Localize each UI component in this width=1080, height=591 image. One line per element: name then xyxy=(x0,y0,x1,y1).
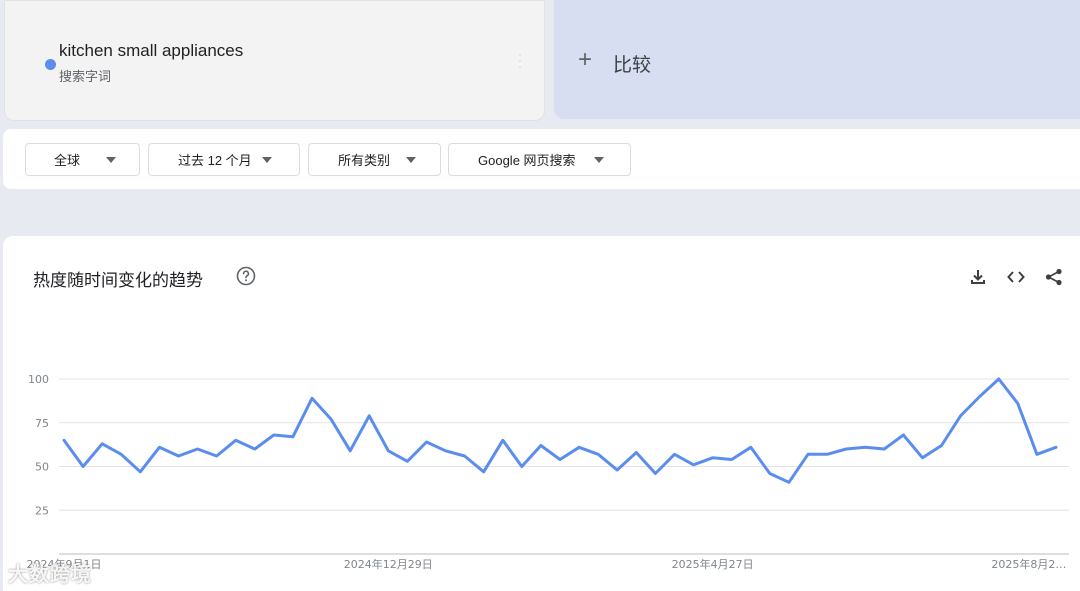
region-filter-label: 全球 xyxy=(54,153,81,168)
data-point[interactable] xyxy=(500,437,506,443)
data-point[interactable] xyxy=(900,432,906,438)
data-point[interactable] xyxy=(366,413,372,419)
search-property-filter-label: Google 网页搜索 xyxy=(478,153,576,168)
data-point[interactable] xyxy=(576,444,582,450)
data-point[interactable] xyxy=(347,448,353,454)
time-filter-label: 过去 12 个月 xyxy=(178,153,252,168)
data-point[interactable] xyxy=(156,444,162,450)
compare-label[interactable]: 比较 xyxy=(613,50,651,77)
data-point[interactable] xyxy=(939,443,945,449)
data-point[interactable] xyxy=(328,416,334,422)
compare-card[interactable]: + 比较 xyxy=(554,0,1080,119)
chevron-down-icon xyxy=(406,157,416,163)
watermark: 大数跨境 xyxy=(8,562,92,586)
data-point[interactable] xyxy=(423,439,429,445)
chevron-down-icon xyxy=(262,157,272,163)
data-point[interactable] xyxy=(1053,444,1059,450)
data-point[interactable] xyxy=(652,471,658,477)
search-term-type: 搜索字词 xyxy=(59,70,112,85)
data-point[interactable] xyxy=(118,451,124,457)
data-point[interactable] xyxy=(824,451,830,457)
time-filter[interactable]: 过去 12 个月 xyxy=(148,143,300,176)
search-property-filter[interactable]: Google 网页搜索 xyxy=(448,143,631,176)
data-point[interactable] xyxy=(862,444,868,450)
data-point[interactable] xyxy=(748,444,754,450)
data-point[interactable] xyxy=(805,451,811,457)
data-point[interactable] xyxy=(671,451,677,457)
data-point[interactable] xyxy=(786,479,792,485)
term-color-dot xyxy=(45,59,56,70)
data-point[interactable] xyxy=(271,432,277,438)
data-point[interactable] xyxy=(595,451,601,457)
filter-bar: 全球 过去 12 个月 所有类别 Google 网页搜索 xyxy=(3,129,1080,189)
data-point[interactable] xyxy=(175,453,181,459)
region-filter[interactable]: 全球 xyxy=(25,143,140,176)
y-tick-label: 25 xyxy=(35,504,49,517)
data-point[interactable] xyxy=(385,448,391,454)
data-point[interactable] xyxy=(404,458,410,464)
data-point[interactable] xyxy=(1015,401,1021,407)
x-tick-label: 2025年8月2… xyxy=(991,557,1066,571)
data-point[interactable] xyxy=(462,453,468,459)
data-point[interactable] xyxy=(195,446,201,452)
y-tick-label: 50 xyxy=(35,461,49,474)
data-point[interactable] xyxy=(977,394,983,400)
x-tick-label: 2025年4月27日 xyxy=(672,557,754,571)
search-term-card[interactable]: kitchen small appliances 搜索字词 · · · xyxy=(4,0,545,121)
x-tick-label: 2024年12月29日 xyxy=(344,557,433,571)
y-tick-label: 100 xyxy=(28,373,49,386)
data-point[interactable] xyxy=(137,469,143,475)
data-point[interactable] xyxy=(710,455,716,461)
data-point[interactable] xyxy=(691,462,697,468)
data-point[interactable] xyxy=(252,446,258,452)
data-point[interactable] xyxy=(519,464,525,470)
data-point[interactable] xyxy=(996,376,1002,382)
data-point[interactable] xyxy=(1034,451,1040,457)
data-point[interactable] xyxy=(881,446,887,452)
data-point[interactable] xyxy=(919,455,925,461)
data-point[interactable] xyxy=(80,464,86,470)
data-point[interactable] xyxy=(557,457,563,463)
data-point[interactable] xyxy=(99,441,105,447)
data-point[interactable] xyxy=(61,437,67,443)
data-point[interactable] xyxy=(481,469,487,475)
data-point[interactable] xyxy=(233,437,239,443)
data-point[interactable] xyxy=(958,413,964,419)
data-point[interactable] xyxy=(309,395,315,401)
category-filter[interactable]: 所有类别 xyxy=(308,143,441,176)
chevron-down-icon xyxy=(106,157,116,163)
data-point[interactable] xyxy=(729,457,735,463)
data-point[interactable] xyxy=(633,450,639,456)
category-filter-label: 所有类别 xyxy=(338,153,391,168)
plus-icon[interactable]: + xyxy=(578,46,592,74)
data-point[interactable] xyxy=(214,453,220,459)
chevron-down-icon xyxy=(594,157,604,163)
interest-over-time-card: 热度随时间变化的趋势 100 75 50 25 2024年9月1日 2024年12月29… xyxy=(3,236,1080,591)
trend-chart: 100755025 2024年9月1日 2024年12月29日 2025年4月27日… xyxy=(27,373,1069,571)
more-vert-icon[interactable]: · · · xyxy=(514,49,526,75)
data-point[interactable] xyxy=(614,467,620,473)
y-tick-label: 75 xyxy=(35,417,49,430)
data-point[interactable] xyxy=(290,434,296,440)
data-point[interactable] xyxy=(767,471,773,477)
data-point[interactable] xyxy=(843,446,849,452)
data-point[interactable] xyxy=(443,448,449,454)
search-term-name[interactable]: kitchen small appliances xyxy=(59,41,243,61)
data-point[interactable] xyxy=(538,443,544,449)
